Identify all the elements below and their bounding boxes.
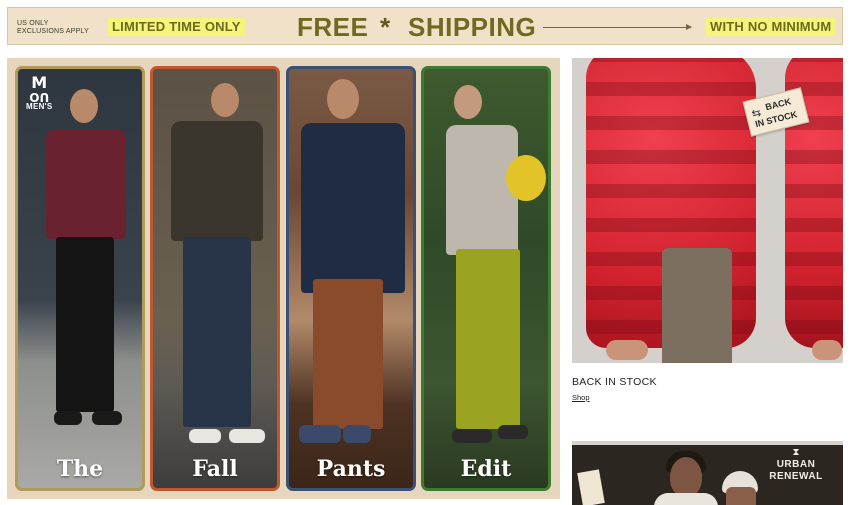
caption-the: The (56, 456, 104, 482)
model-face (726, 487, 756, 505)
no-minimum-label: WITH NO MINIMUM (706, 18, 836, 36)
model-hand (606, 340, 648, 360)
hourglass-icon: ⧗ (792, 447, 800, 458)
exclusions-text: EXCLUSIONS APPLY (17, 28, 89, 35)
hero-panel-the[interactable]: M UO MEN'S The (15, 66, 145, 491)
shop-link[interactable]: Shop (572, 393, 590, 402)
urban-renewal-label: URBAN RENEWAL (769, 459, 823, 482)
uo-mens-logo: M UO MEN'S (26, 73, 53, 112)
shipping-text: SHIPPING (408, 12, 537, 42)
hero-panel-edit[interactable]: Edit (421, 66, 551, 491)
caption-fall: Fall (192, 456, 238, 482)
urban-renewal-sign: ⧗ URBAN RENEWAL (761, 447, 831, 483)
stamp-line-1: BACK (764, 96, 793, 113)
hero-panel-fall[interactable]: Fall (150, 66, 280, 491)
asterisk-icon: * (380, 12, 391, 42)
free-text: FREE (297, 12, 369, 42)
inner-shirt (662, 248, 732, 363)
logo-mark-inverted: UO (29, 90, 50, 104)
fall-pants-edit-hero[interactable]: M UO MEN'S The Fall Pants Edit (7, 58, 560, 499)
promo-banner[interactable]: US ONLY EXCLUSIONS APPLY LIMITED TIME ON… (7, 7, 843, 45)
caption-edit: Edit (460, 456, 512, 482)
back-in-stock-image[interactable]: ⇆ BACK IN STOCK (572, 58, 843, 363)
us-only-text: US ONLY (17, 20, 49, 27)
urban-renewal-image[interactable]: ⧗ URBAN RENEWAL (572, 441, 843, 505)
shipping-restrictions: US ONLY EXCLUSIONS APPLY (17, 20, 89, 36)
model-hand (812, 340, 842, 360)
caption-pants: Pants (316, 456, 386, 482)
model-shirt (654, 493, 718, 505)
hero-panel-pants[interactable]: Pants (286, 66, 416, 491)
limited-time-label: LIMITED TIME ONLY (108, 18, 245, 36)
price-tag (577, 469, 605, 505)
model-face (670, 457, 702, 497)
logo-mark: M (31, 73, 48, 92)
back-in-stock-title: BACK IN STOCK (572, 376, 657, 388)
arrow-right-icon (543, 24, 692, 30)
